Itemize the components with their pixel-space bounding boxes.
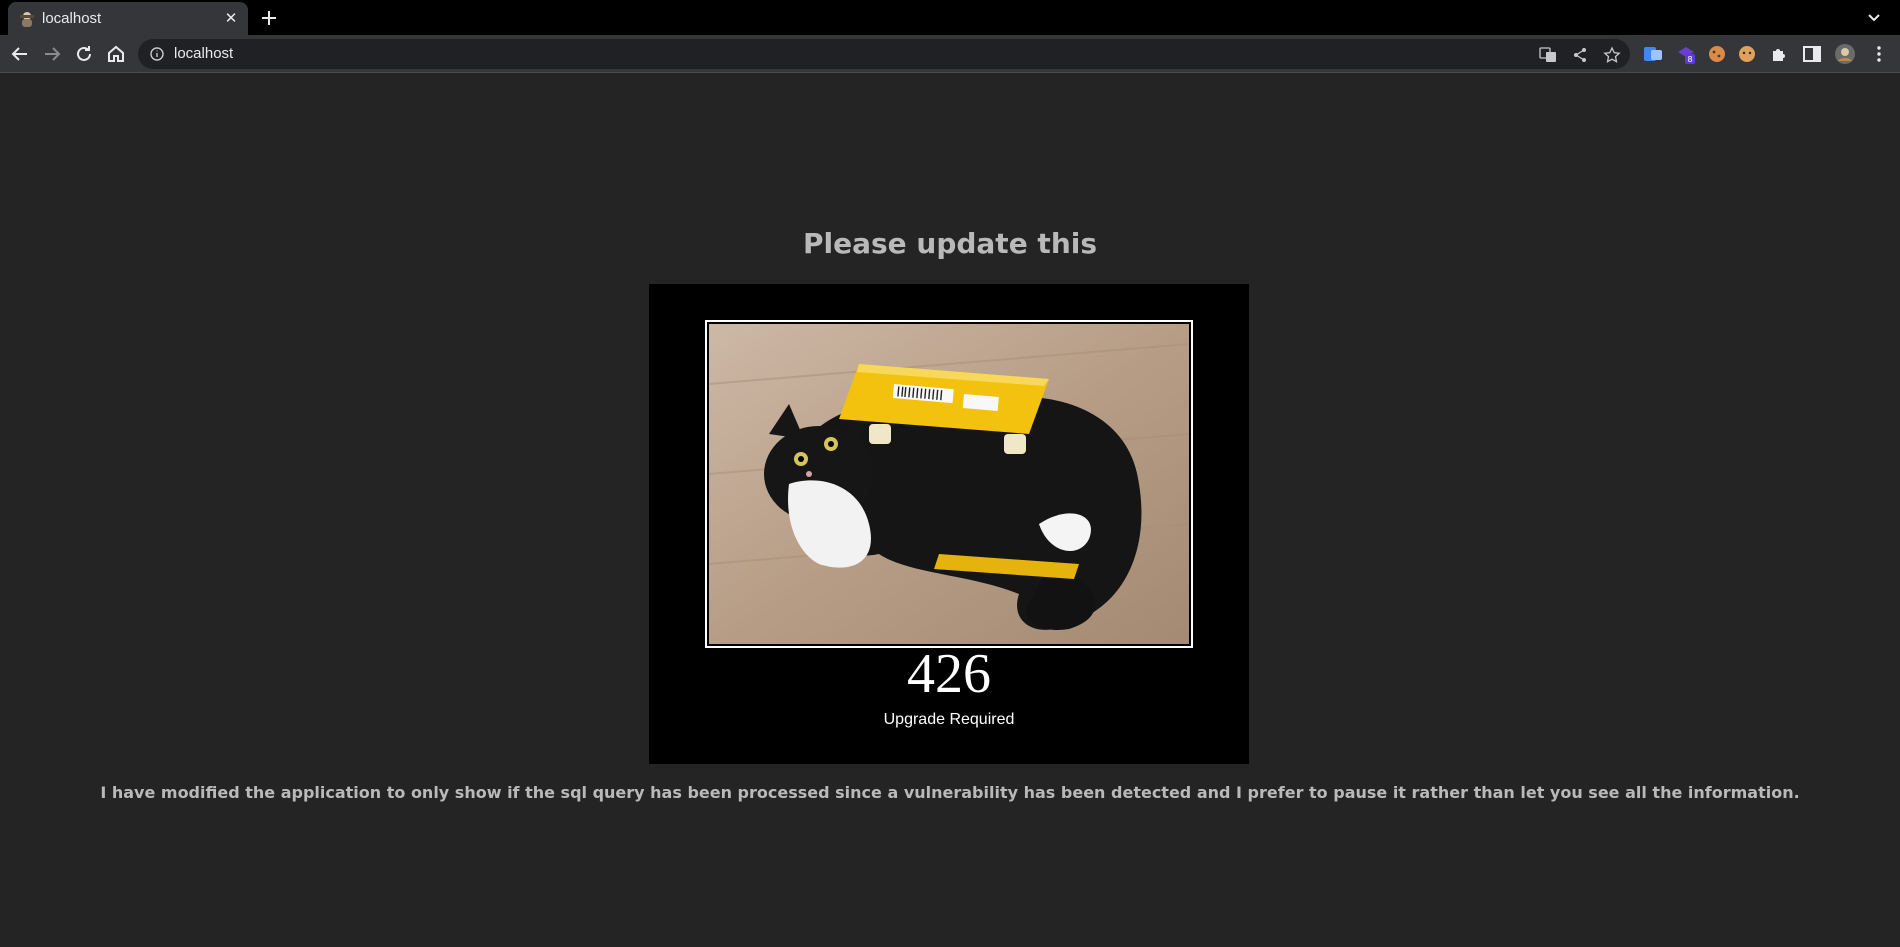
reload-icon[interactable]	[72, 42, 96, 66]
photo-frame	[705, 320, 1193, 648]
tux-cat-favicon-icon	[20, 12, 34, 27]
status-code: 426	[907, 643, 991, 705]
tab-title: localhost	[42, 10, 102, 27]
address-url[interactable]: localhost	[174, 45, 233, 62]
back-arrow-icon[interactable]	[8, 42, 32, 66]
cat-in-yellow-envelope-image	[708, 324, 1190, 644]
page-viewport: Please update this 426 Upgrade Required …	[0, 74, 1900, 947]
translate-icon[interactable]	[1539, 46, 1557, 64]
browser-toolbar: localhost 8	[0, 35, 1900, 73]
tab-strip: localhost ✕	[0, 0, 1900, 35]
side-panel-icon[interactable]	[1802, 44, 1822, 64]
info-icon[interactable]	[150, 47, 164, 61]
page-heading: Please update this	[802, 227, 1098, 260]
status-reason: Upgrade Required	[883, 711, 1015, 728]
cookie-face-extension-icon[interactable]	[1737, 44, 1757, 64]
menu-kebab-icon[interactable]	[1869, 44, 1889, 64]
extension-badge: 8	[1687, 55, 1692, 64]
translate-extension-icon[interactable]	[1643, 44, 1663, 64]
tab-search-chevron-down-icon[interactable]	[1863, 7, 1885, 29]
error-poster: 426 Upgrade Required	[649, 284, 1249, 764]
cookie-extension-icon[interactable]	[1707, 44, 1727, 64]
purple-extension-icon[interactable]: 8	[1676, 44, 1696, 64]
new-tab-plus-icon[interactable]	[257, 6, 281, 30]
share-icon[interactable]	[1571, 46, 1589, 64]
star-icon[interactable]	[1603, 46, 1621, 64]
puzzle-icon[interactable]	[1769, 44, 1789, 64]
forward-arrow-icon[interactable]	[40, 42, 64, 66]
info-message: I have modified the application to only …	[100, 783, 1800, 802]
tab-close-icon[interactable]: ✕	[222, 9, 240, 27]
home-icon[interactable]	[104, 42, 128, 66]
address-bar[interactable]: localhost	[138, 39, 1630, 69]
profile-avatar[interactable]	[1834, 43, 1856, 65]
tab-localhost[interactable]: localhost ✕	[8, 2, 248, 35]
